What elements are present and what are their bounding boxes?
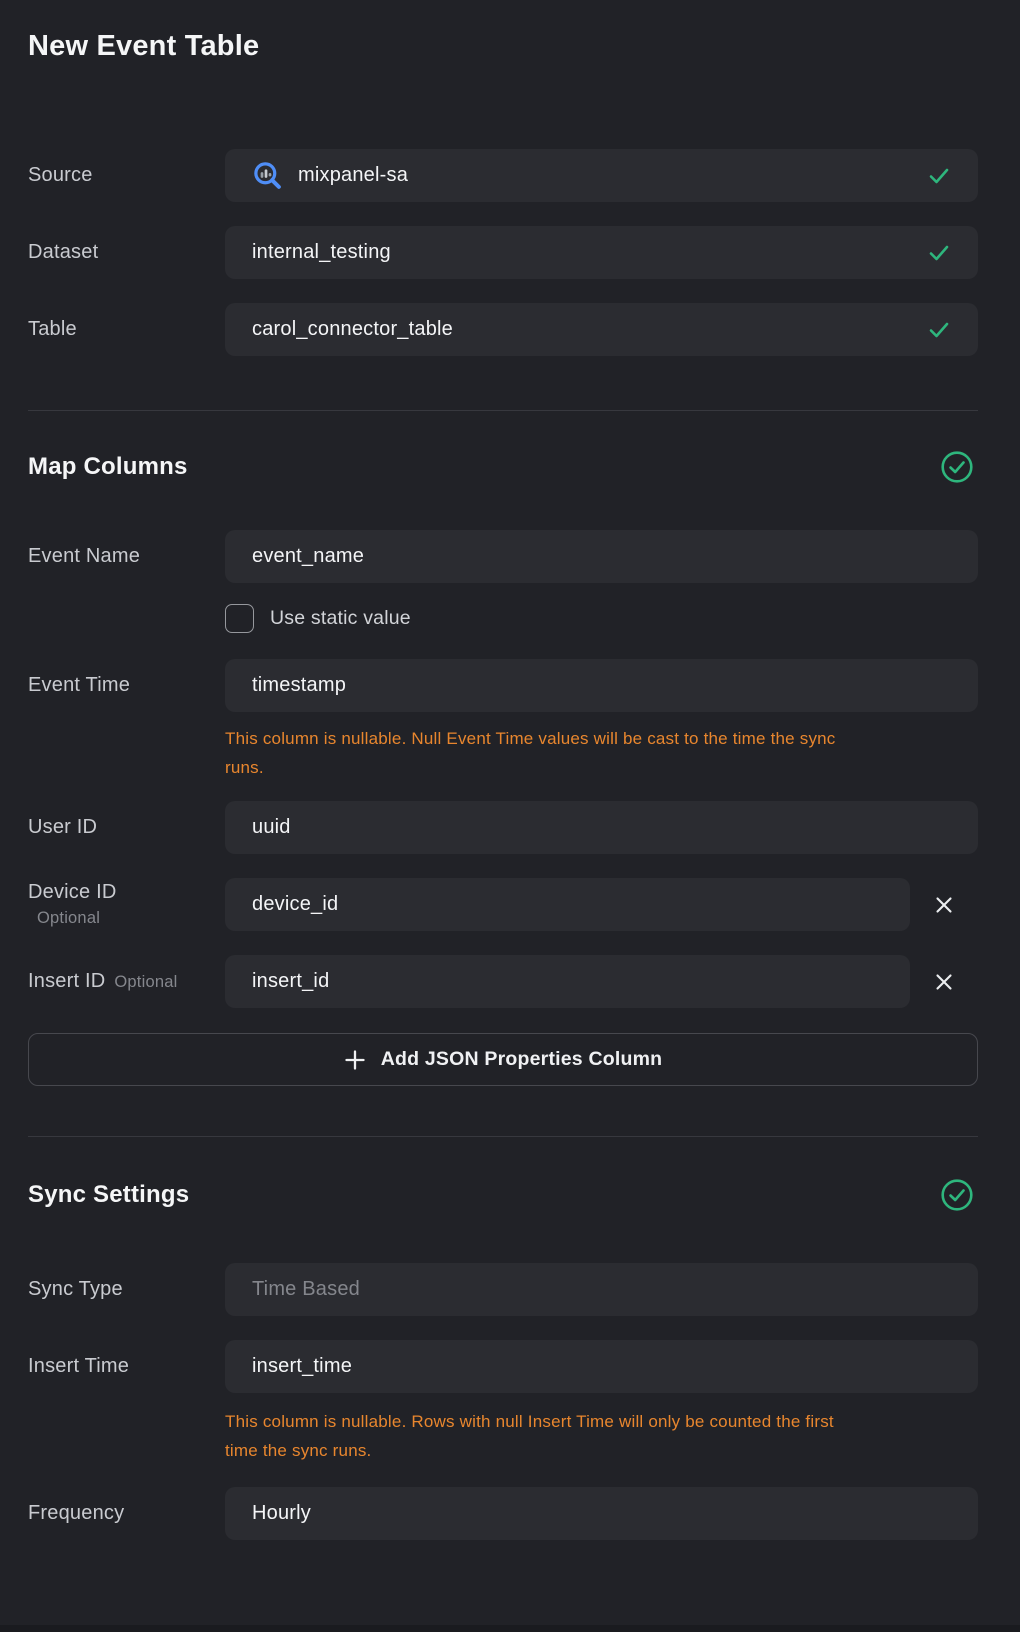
insert-time-warning: This column is nullable. Rows with null … [225,1408,978,1465]
sync-type-select: Time Based [225,1263,978,1316]
dataset-label: Dataset [28,241,225,264]
device-id-row: Device ID Optional device_id [28,878,978,931]
valid-check-icon [928,319,950,341]
table-row: Table carol_connector_table [28,303,978,356]
page-title: New Event Table [28,30,978,63]
section-complete-icon [941,1179,973,1211]
source-label: Source [28,164,225,187]
sync-type-label: Sync Type [28,1278,225,1301]
insert-time-value: insert_time [252,1355,352,1378]
bigquery-icon [252,160,283,191]
insert-id-select[interactable]: insert_id [225,955,910,1008]
insert-time-row: Insert Time insert_time [28,1340,978,1393]
section-divider [28,1136,978,1137]
use-static-value-row: Use static value [225,604,978,633]
section-complete-icon [941,451,973,483]
insert-id-value: insert_id [252,970,329,993]
warning-line: This column is nullable. Null Event Time… [225,725,978,754]
event-time-select[interactable]: timestamp [225,659,978,712]
insert-id-close-slot [910,968,978,996]
dataset-value: internal_testing [252,241,391,264]
warning-line: This column is nullable. Rows with null … [225,1408,978,1437]
event-time-value: timestamp [252,674,346,697]
insert-id-label-text: Insert ID [28,970,105,993]
section-divider [28,410,978,411]
source-value: mixpanel-sa [298,164,408,187]
new-event-table-form: New Event Table Source mixpanel-sa [0,0,1020,1540]
device-id-select[interactable]: device_id [225,878,910,931]
frequency-select[interactable]: Hourly [225,1487,978,1540]
add-json-properties-button[interactable]: Add JSON Properties Column [28,1033,978,1086]
user-id-row: User ID uuid [28,801,978,854]
table-label: Table [28,318,225,341]
event-time-row: Event Time timestamp [28,659,978,712]
device-id-close-slot [910,891,978,919]
valid-check-icon [928,242,950,264]
add-json-properties-label: Add JSON Properties Column [381,1048,663,1071]
frequency-value: Hourly [252,1502,311,1525]
optional-badge: Optional [114,973,177,992]
map-columns-title: Map Columns [28,453,188,481]
device-id-label: Device ID Optional [28,881,225,928]
warning-line: time the sync runs. [225,1437,978,1466]
insert-id-clear-button[interactable] [930,968,958,996]
modal-bottom-edge [0,1625,1020,1632]
device-id-value: device_id [252,893,338,916]
sync-type-value: Time Based [252,1278,360,1301]
optional-badge: Optional [28,909,225,928]
table-select[interactable]: carol_connector_table [225,303,978,356]
sync-type-row: Sync Type Time Based [28,1263,978,1316]
insert-id-row: Insert ID Optional insert_id [28,955,978,1008]
plus-icon [344,1049,366,1071]
insert-time-select[interactable]: insert_time [225,1340,978,1393]
valid-check-icon [928,165,950,187]
event-name-value: event_name [252,545,364,568]
device-id-clear-button[interactable] [930,891,958,919]
table-value: carol_connector_table [252,318,453,341]
frequency-label: Frequency [28,1502,225,1525]
dataset-select[interactable]: internal_testing [225,226,978,279]
map-columns-header: Map Columns [28,451,978,483]
user-id-label: User ID [28,816,225,839]
event-time-warning: This column is nullable. Null Event Time… [225,725,978,782]
insert-time-label: Insert Time [28,1355,225,1378]
user-id-select[interactable]: uuid [225,801,978,854]
use-static-value-label: Use static value [270,607,411,630]
dataset-row: Dataset internal_testing [28,226,978,279]
warning-line: runs. [225,754,978,783]
user-id-value: uuid [252,816,291,839]
device-id-label-text: Device ID [28,881,225,904]
event-name-select[interactable]: event_name [225,530,978,583]
frequency-row: Frequency Hourly [28,1487,978,1540]
event-name-label: Event Name [28,545,225,568]
use-static-value-checkbox[interactable] [225,604,254,633]
sync-settings-title: Sync Settings [28,1181,189,1209]
source-select[interactable]: mixpanel-sa [225,149,978,202]
event-time-label: Event Time [28,674,225,697]
source-row: Source mixpanel-sa [28,149,978,202]
sync-settings-header: Sync Settings [28,1179,978,1211]
insert-id-label: Insert ID Optional [28,970,225,993]
event-name-row: Event Name event_name [28,530,978,583]
source-section: Source mixpanel-sa Dataset [28,149,978,356]
